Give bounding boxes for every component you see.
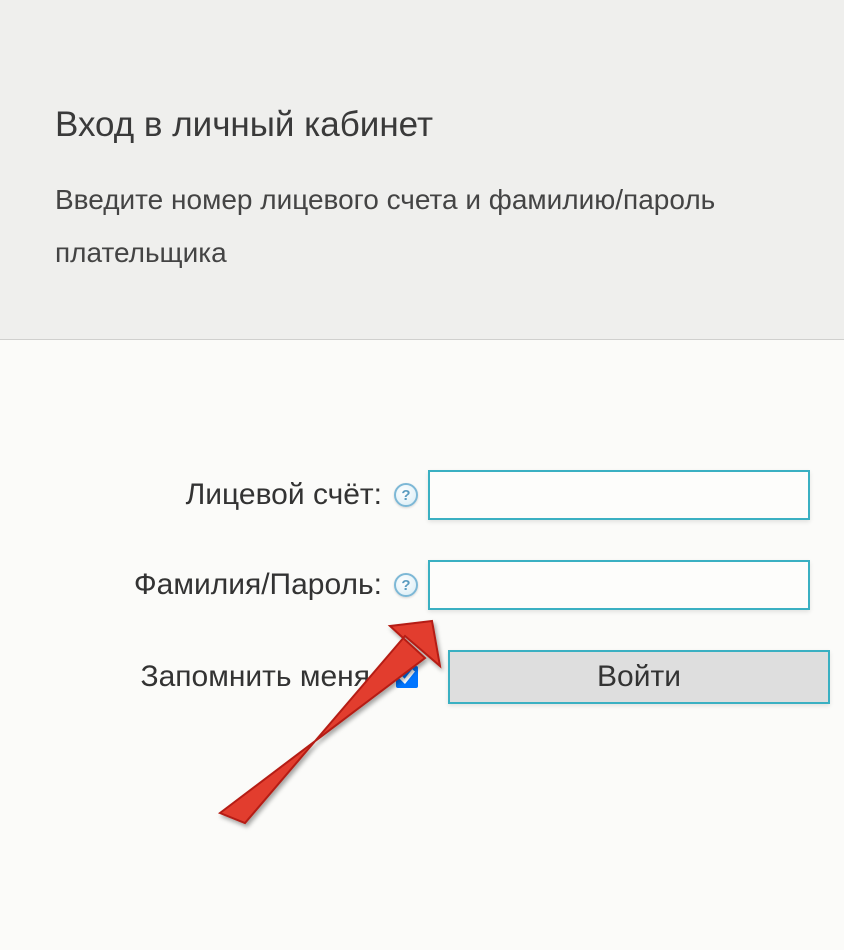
help-icon[interactable]: ?: [394, 573, 418, 597]
password-label: Фамилия/Пароль:: [134, 568, 382, 602]
password-row: Фамилия/Пароль: ?: [0, 560, 844, 610]
account-input[interactable]: [428, 470, 810, 520]
login-form: Лицевой счёт: ? Фамилия/Пароль: ? Запомн…: [0, 340, 844, 704]
page-subtitle: Введите номер лицевого счета и фамилию/п…: [55, 173, 789, 279]
remember-checkbox[interactable]: [396, 666, 418, 688]
password-label-wrap: Фамилия/Пароль: ?: [0, 568, 418, 602]
account-label: Лицевой счёт:: [186, 478, 382, 512]
help-icon[interactable]: ?: [394, 483, 418, 507]
remember-label: Запомнить меня: [140, 660, 370, 694]
account-label-wrap: Лицевой счёт: ?: [0, 478, 418, 512]
password-input[interactable]: [428, 560, 810, 610]
header-section: Вход в личный кабинет Введите номер лице…: [0, 0, 844, 340]
account-row: Лицевой счёт: ?: [0, 470, 844, 520]
submit-button[interactable]: Войти: [448, 650, 830, 704]
page-title: Вход в личный кабинет: [55, 105, 789, 145]
remember-row: Запомнить меня Войти: [0, 650, 844, 704]
remember-label-wrap: Запомнить меня: [0, 660, 370, 694]
